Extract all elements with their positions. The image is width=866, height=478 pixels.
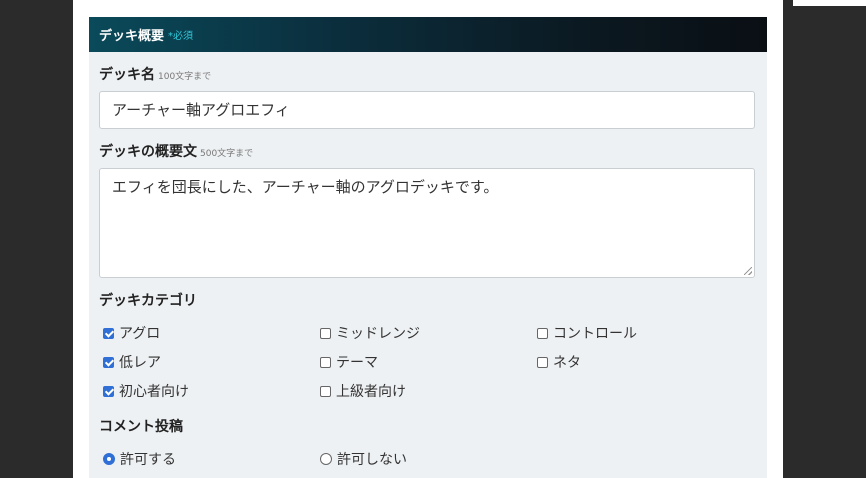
category-option-low-rarity[interactable]: 低レア — [103, 352, 161, 372]
comments-option-deny[interactable]: 許可しない — [320, 449, 407, 469]
radio-selected-icon[interactable] — [103, 453, 115, 465]
comments-option-label: 許可する — [120, 452, 176, 468]
checkbox-unchecked-icon[interactable] — [320, 385, 331, 397]
checkbox-unchecked-icon[interactable] — [537, 356, 548, 368]
category-label: デッキカテゴリ — [99, 293, 197, 309]
category-option-midrange[interactable]: ミッドレンジ — [320, 323, 420, 343]
category-option-label: 低レア — [119, 355, 161, 371]
category-option-theme[interactable]: テーマ — [320, 352, 378, 372]
deck-desc-label: デッキの概要文 500文字まで — [99, 141, 253, 161]
deck-name-hint: 100文字まで — [158, 72, 212, 82]
deck-form-page: デッキ概要 *必須 デッキ名 100文字まで アーチャー軸アグロエフィ デッキの概… — [73, 0, 783, 478]
section-header: デッキ概要 *必須 — [89, 17, 767, 52]
category-option-beginner[interactable]: 初心者向け — [103, 381, 189, 401]
required-badge: *必須 — [168, 31, 194, 42]
top-right-panel — [793, 0, 866, 6]
checkbox-checked-icon[interactable] — [103, 385, 114, 397]
checkbox-checked-icon[interactable] — [103, 356, 114, 368]
comments-option-label: 許可しない — [337, 452, 407, 468]
category-option-label: テーマ — [336, 355, 378, 371]
deck-name-label: デッキ名 100文字まで — [99, 64, 211, 84]
category-option-control[interactable]: コントロール — [537, 323, 637, 343]
category-option-label: 上級者向け — [336, 384, 406, 400]
comments-label: コメント投稿 — [99, 419, 183, 435]
category-option-label: ミッドレンジ — [336, 326, 420, 342]
deck-name-label-text: デッキ名 — [99, 67, 155, 83]
checkbox-unchecked-icon[interactable] — [537, 327, 548, 339]
category-option-label: コントロール — [553, 326, 637, 342]
resize-handle-icon[interactable] — [744, 267, 752, 275]
checkbox-checked-icon[interactable] — [103, 327, 114, 339]
checkbox-unchecked-icon[interactable] — [320, 356, 331, 368]
deck-desc-label-text: デッキの概要文 — [99, 144, 197, 160]
section-title: デッキ概要 — [99, 29, 165, 44]
category-option-label: アグロ — [119, 326, 161, 342]
checkbox-unchecked-icon[interactable] — [320, 327, 331, 339]
category-option-aggro[interactable]: アグロ — [103, 323, 160, 343]
deck-desc-hint: 500文字まで — [200, 149, 254, 159]
comments-option-allow[interactable]: 許可する — [103, 449, 176, 469]
category-option-label: 初心者向け — [119, 384, 189, 400]
deck-overview-section: デッキ概要 *必須 デッキ名 100文字まで アーチャー軸アグロエフィ デッキの概… — [89, 17, 767, 478]
deck-name-input[interactable]: アーチャー軸アグロエフィ — [99, 91, 755, 129]
category-option-advanced[interactable]: 上級者向け — [320, 381, 406, 401]
deck-desc-textarea[interactable]: エフィを団長にした、アーチャー軸のアグロデッキです。 — [99, 168, 755, 278]
category-option-joke[interactable]: ネタ — [537, 352, 581, 372]
radio-unselected-icon[interactable] — [320, 453, 332, 465]
category-option-label: ネタ — [553, 355, 581, 371]
deck-desc-text: エフィを団長にした、アーチャー軸のアグロデッキです。 — [112, 178, 499, 196]
